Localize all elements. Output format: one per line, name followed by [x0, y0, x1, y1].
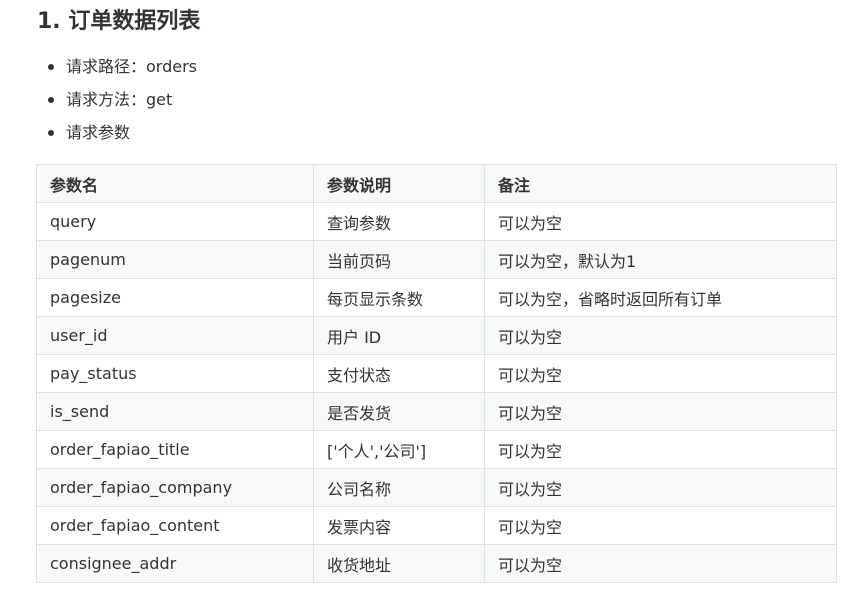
- cell-param-desc: 当前页码: [313, 240, 485, 279]
- cell-remark: 可以为空: [484, 468, 837, 507]
- cell-remark: 可以为空: [484, 202, 837, 241]
- cell-remark: 可以为空，省略时返回所有订单: [484, 278, 837, 317]
- cell-remark: 可以为空: [484, 506, 837, 545]
- table-header-row: 参数名 参数说明 备注: [36, 164, 837, 203]
- cell-param-name: is_send: [36, 392, 314, 431]
- cell-param-desc: 是否发货: [313, 392, 485, 431]
- cell-param-name: pagesize: [36, 278, 314, 317]
- params-table: 参数名 参数说明 备注 query 查询参数 可以为空 pagenum 当前页码…: [36, 164, 837, 583]
- cell-param-desc: 用户 ID: [313, 316, 485, 355]
- cell-remark: 可以为空: [484, 316, 837, 355]
- request-info-list: 请求路径：orders 请求方法：get 请求参数: [37, 50, 197, 149]
- section-heading: 1. 订单数据列表: [37, 9, 201, 34]
- header-param-name: 参数名: [36, 164, 314, 203]
- cell-param-desc: 收货地址: [313, 544, 485, 583]
- cell-remark: 可以为空: [484, 430, 837, 469]
- table-row: query 查询参数 可以为空: [36, 202, 837, 241]
- table-row: pay_status 支付状态 可以为空: [36, 354, 837, 393]
- cell-param-name: order_fapiao_title: [36, 430, 314, 469]
- header-remark: 备注: [484, 164, 837, 203]
- cell-param-name: query: [36, 202, 314, 241]
- cell-remark: 可以为空: [484, 544, 837, 583]
- cell-remark: 可以为空: [484, 354, 837, 393]
- table-row: order_fapiao_company 公司名称 可以为空: [36, 468, 837, 507]
- cell-param-name: order_fapiao_content: [36, 506, 314, 545]
- cell-param-desc: 每页显示条数: [313, 278, 485, 317]
- table-row: consignee_addr 收货地址 可以为空: [36, 544, 837, 583]
- list-item-request-method: 请求方法：get: [37, 83, 197, 116]
- table-row: is_send 是否发货 可以为空: [36, 392, 837, 431]
- list-item-request-path: 请求路径：orders: [37, 50, 197, 83]
- cell-param-name: consignee_addr: [36, 544, 314, 583]
- list-item-text: 请求参数: [66, 123, 131, 142]
- document-page: 1. 订单数据列表 请求路径：orders 请求方法：get 请求参数 参数名 …: [0, 0, 845, 602]
- cell-param-desc: 发票内容: [313, 506, 485, 545]
- cell-param-desc: 公司名称: [313, 468, 485, 507]
- table-row: pagesize 每页显示条数 可以为空，省略时返回所有订单: [36, 278, 837, 317]
- header-param-desc: 参数说明: [313, 164, 485, 203]
- list-item-text: 请求路径：orders: [66, 57, 198, 76]
- cell-param-name: order_fapiao_company: [36, 468, 314, 507]
- list-item-request-params: 请求参数: [37, 116, 197, 149]
- list-item-text: 请求方法：get: [66, 90, 173, 109]
- table-row: pagenum 当前页码 可以为空，默认为1: [36, 240, 837, 279]
- cell-remark: 可以为空: [484, 392, 837, 431]
- cell-param-name: pagenum: [36, 240, 314, 279]
- bullet-dot-icon: [48, 130, 54, 136]
- cell-param-desc: 查询参数: [313, 202, 485, 241]
- cell-param-name: pay_status: [36, 354, 314, 393]
- cell-param-desc: 支付状态: [313, 354, 485, 393]
- bullet-dot-icon: [48, 64, 54, 70]
- table-row: order_fapiao_title ['个人','公司'] 可以为空: [36, 430, 837, 469]
- table-row: user_id 用户 ID 可以为空: [36, 316, 837, 355]
- bullet-dot-icon: [48, 97, 54, 103]
- cell-param-name: user_id: [36, 316, 314, 355]
- table-row: order_fapiao_content 发票内容 可以为空: [36, 506, 837, 545]
- cell-param-desc: ['个人','公司']: [313, 430, 485, 469]
- cell-remark: 可以为空，默认为1: [484, 240, 837, 279]
